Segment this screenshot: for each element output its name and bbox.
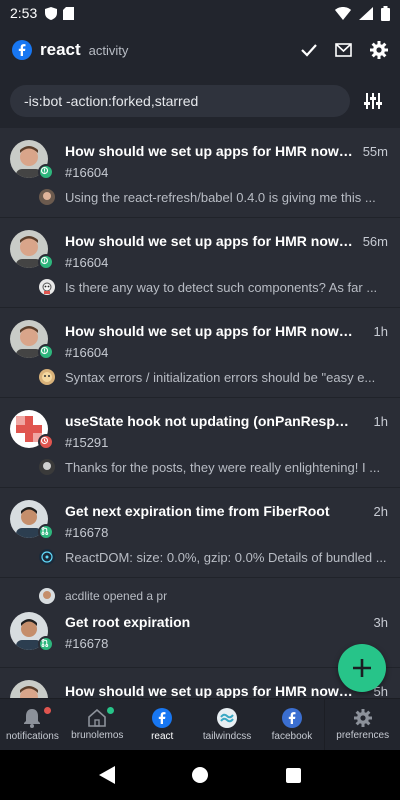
comment-avatar[interactable] (39, 459, 55, 475)
item-title[interactable]: useState hook not updating (onPanRespond… (65, 413, 353, 429)
home-icon (88, 708, 107, 727)
item-snippet: Is there any way to detect such componen… (65, 280, 378, 295)
nav-brunolemos[interactable]: brunolemos (65, 699, 130, 750)
battery-icon (381, 5, 390, 21)
nav-notifications[interactable]: notifications (0, 699, 65, 750)
status-bar: 2:53 (0, 0, 400, 26)
filter-input[interactable]: -is:bot -action:forked,starred (10, 85, 350, 117)
avatar[interactable] (10, 680, 48, 698)
nav-preferences[interactable]: preferences (325, 699, 400, 750)
list-item[interactable]: How should we set up apps for HMR now th… (0, 308, 400, 398)
list-item[interactable]: Get next expiration time from FiberRoot … (0, 488, 400, 578)
system-nav-bar (0, 750, 400, 800)
item-time: 56m (362, 234, 388, 249)
sliders-icon[interactable] (364, 93, 382, 109)
item-title[interactable]: How should we set up apps for HMR now th… (65, 323, 353, 339)
add-column-button[interactable] (338, 644, 386, 692)
list-item[interactable]: How should we set up apps for HMR now t.… (0, 128, 400, 218)
mail-icon[interactable] (335, 43, 352, 57)
actor-line: acdlite opened a pr (65, 589, 168, 603)
issue-open-icon (38, 344, 54, 360)
comment-avatar[interactable] (39, 189, 55, 205)
item-number[interactable]: #16678 (65, 636, 108, 651)
item-snippet: ReactDOM: size: 0.0%, gzip: 0.0% Details… (65, 550, 387, 565)
plus-icon (353, 659, 371, 677)
facebook-icon (281, 707, 302, 728)
actor-avatar[interactable] (39, 588, 55, 604)
item-title[interactable]: How should we set up apps for HMR now t.… (65, 233, 353, 249)
notification-badge (44, 707, 51, 714)
item-time: 2h (373, 504, 388, 519)
list-item[interactable]: useState hook not updating (onPanRespond… (0, 398, 400, 488)
list-item[interactable]: How should we set up apps for HMR now t.… (0, 218, 400, 308)
item-number[interactable]: #16678 (65, 525, 108, 540)
nav-tailwindcss[interactable]: tailwindcss (195, 699, 260, 750)
shield-icon (45, 6, 58, 20)
check-icon[interactable] (301, 43, 317, 57)
item-number[interactable]: #16604 (65, 345, 108, 360)
item-number[interactable]: #16604 (65, 255, 108, 270)
header-subtitle: activity (88, 42, 129, 58)
item-title[interactable]: How should we set up apps for HMR now th… (65, 683, 353, 698)
item-time: 1h (373, 324, 388, 339)
item-number[interactable]: #15291 (65, 435, 108, 450)
activity-list: How should we set up apps for HMR now t.… (0, 128, 400, 698)
signal-icon (359, 6, 373, 20)
issue-open-icon (38, 254, 54, 270)
gear-icon (353, 708, 372, 727)
header-title: react (40, 40, 81, 59)
home-button-icon[interactable] (192, 767, 209, 783)
list-item[interactable]: acdlite opened a pr Get root expiration … (0, 578, 400, 668)
pr-open-icon (38, 636, 54, 652)
comment-avatar[interactable] (39, 549, 55, 565)
tailwind-icon (217, 707, 238, 728)
bottom-nav: notifications brunolemos react tailwindc… (0, 698, 400, 750)
issue-open-icon (38, 164, 54, 180)
bell-icon (24, 708, 41, 728)
status-time: 2:53 (10, 5, 38, 21)
recents-icon[interactable] (286, 767, 302, 783)
item-title[interactable]: How should we set up apps for HMR now t.… (65, 143, 353, 159)
item-time: 3h (373, 615, 388, 630)
comment-avatar[interactable] (39, 369, 55, 385)
comment-avatar[interactable] (39, 279, 55, 295)
nav-react[interactable]: react (130, 699, 195, 750)
issue-closed-icon (38, 434, 54, 450)
item-number[interactable]: #16604 (65, 165, 108, 180)
item-snippet: Syntax errors / initialization errors sh… (65, 370, 376, 385)
back-icon[interactable] (98, 766, 115, 784)
item-time: 1h (373, 414, 388, 429)
pr-open-icon (38, 524, 54, 540)
facebook-icon (152, 707, 173, 728)
item-title[interactable]: Get next expiration time from FiberRoot (65, 503, 353, 519)
wifi-icon (335, 6, 351, 20)
app-header: react activity (0, 26, 400, 74)
item-snippet: Thanks for the posts, they were really e… (65, 460, 381, 475)
item-time: 55m (362, 144, 388, 159)
gear-icon[interactable] (370, 41, 388, 59)
filter-bar: -is:bot -action:forked,starred (0, 74, 400, 128)
item-title[interactable]: Get root expiration (65, 614, 353, 630)
unread-badge (106, 707, 114, 714)
nav-facebook[interactable]: facebook (260, 699, 325, 750)
facebook-icon (12, 40, 32, 60)
item-snippet: Using the react-refresh/babel 0.4.0 is g… (65, 190, 376, 205)
sd-card-icon (63, 6, 75, 20)
